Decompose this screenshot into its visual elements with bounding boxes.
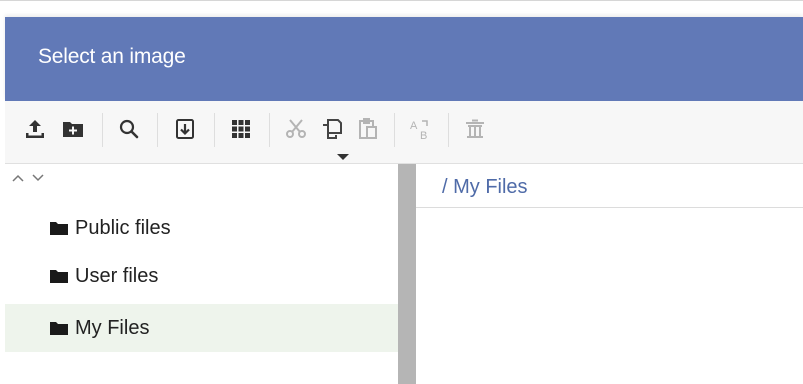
copy-icon xyxy=(320,117,344,141)
svg-text:B: B xyxy=(420,130,427,141)
toolbar: AB xyxy=(5,101,803,164)
tree-item-label: User files xyxy=(75,264,159,287)
pane-splitter[interactable] xyxy=(398,164,416,384)
scissors-icon xyxy=(284,117,308,141)
view-mode-caret-icon[interactable] xyxy=(337,154,349,160)
new-folder-button[interactable] xyxy=(55,109,91,149)
folder-icon xyxy=(49,267,69,285)
folder-tree: Public files User files My Files xyxy=(5,164,398,384)
upload-button[interactable] xyxy=(17,109,53,149)
view-mode-button[interactable] xyxy=(223,109,259,149)
paste-button[interactable] xyxy=(350,109,386,149)
tree-item-label: My Files xyxy=(75,316,150,339)
search-icon xyxy=(117,117,141,141)
delete-button[interactable] xyxy=(457,109,493,149)
breadcrumb-path[interactable]: / My Files xyxy=(442,176,528,199)
breadcrumb: / My Files xyxy=(416,164,803,208)
file-list-pane: / My Files xyxy=(416,164,803,384)
download-icon xyxy=(173,117,197,141)
sort-controls xyxy=(10,170,70,186)
dialog-header: Select an image xyxy=(5,17,803,101)
rename-button[interactable]: AB xyxy=(403,109,439,149)
upload-icon xyxy=(23,117,47,141)
download-button[interactable] xyxy=(167,109,203,149)
tree-item-user-files[interactable]: User files xyxy=(5,252,398,300)
cut-button[interactable] xyxy=(278,109,314,149)
sort-down-icon[interactable] xyxy=(30,170,46,186)
sort-up-icon[interactable] xyxy=(10,170,26,186)
tree-item-public-files[interactable]: Public files xyxy=(5,204,398,252)
paste-icon xyxy=(356,117,380,141)
rename-icon: AB xyxy=(409,117,433,141)
folder-icon xyxy=(49,319,69,337)
copy-button[interactable] xyxy=(314,109,350,149)
tree-item-label: Public files xyxy=(75,216,171,239)
folder-icon xyxy=(49,219,69,237)
search-button[interactable] xyxy=(111,109,147,149)
tree-item-my-files[interactable]: My Files xyxy=(5,304,398,352)
file-browser-dialog: Select an image A B Public files User fi… xyxy=(0,0,803,384)
grid-icon xyxy=(229,117,253,141)
dialog-title: Select an image xyxy=(38,45,186,68)
svg-text:A: A xyxy=(410,120,418,132)
trash-icon xyxy=(463,117,487,141)
new-folder-icon xyxy=(61,117,85,141)
